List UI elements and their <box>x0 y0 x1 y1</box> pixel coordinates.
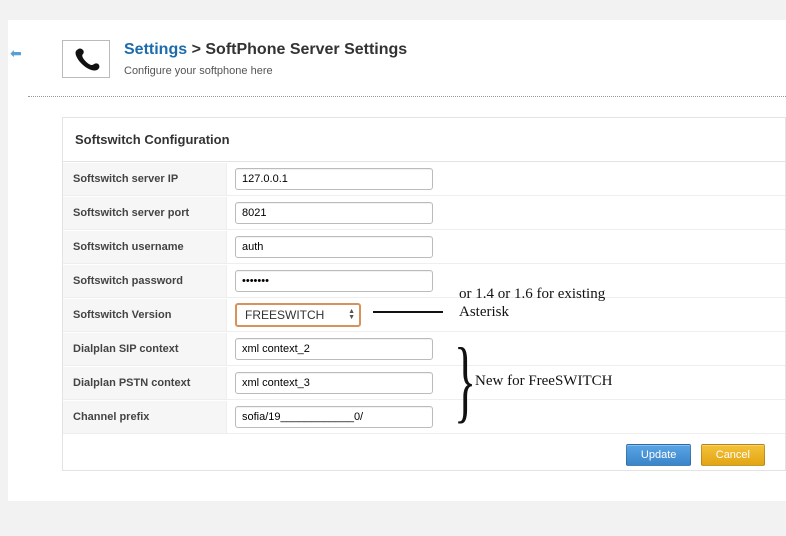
chevron-updown-icon: ▲▼ <box>348 309 355 321</box>
annotation-freeswitch: New for FreeSWITCH <box>475 372 612 391</box>
input-channel-prefix[interactable] <box>235 406 433 428</box>
breadcrumb-root-link[interactable]: Settings <box>124 41 187 58</box>
label-pstn-context: Dialplan PSTN context <box>63 367 227 399</box>
page-title: SoftPhone Server Settings <box>205 41 407 58</box>
update-button[interactable]: Update <box>626 444 691 466</box>
label-server-ip: Softswitch server IP <box>63 163 227 195</box>
input-sip-context[interactable] <box>235 338 433 360</box>
back-arrow-icon[interactable]: ⬅ <box>10 45 22 62</box>
divider <box>28 96 786 97</box>
page-subhead: Configure your softphone here <box>124 65 407 77</box>
label-channel-prefix: Channel prefix <box>63 401 227 433</box>
label-server-port: Softswitch server port <box>63 197 227 229</box>
input-username[interactable] <box>235 236 433 258</box>
label-sip-context: Dialplan SIP context <box>63 333 227 365</box>
breadcrumb: Settings > SoftPhone Server Settings <box>124 40 407 61</box>
config-panel: Softswitch Configuration Softswitch serv… <box>62 117 786 471</box>
input-server-ip[interactable] <box>235 168 433 190</box>
input-pstn-context[interactable] <box>235 372 433 394</box>
label-password: Softswitch password <box>63 265 227 297</box>
input-password[interactable] <box>235 270 433 292</box>
annotation-line <box>373 311 443 313</box>
select-version[interactable]: FREESWITCH ▲▼ <box>235 303 361 327</box>
cancel-button[interactable]: Cancel <box>701 444 765 466</box>
annotation-asterisk: or 1.4 or 1.6 for existing Asterisk <box>459 285 629 323</box>
select-version-value: FREESWITCH <box>245 308 324 322</box>
input-server-port[interactable] <box>235 202 433 224</box>
breadcrumb-sep: > <box>192 41 201 58</box>
label-version: Softswitch Version <box>63 299 227 331</box>
panel-title: Softswitch Configuration <box>63 118 785 162</box>
phone-icon <box>62 40 110 78</box>
label-username: Softswitch username <box>63 231 227 263</box>
